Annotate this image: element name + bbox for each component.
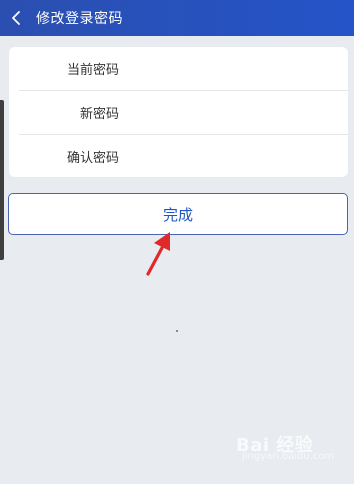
red-arrow-annotation bbox=[146, 232, 170, 276]
current-password-row[interactable]: 当前密码 bbox=[19, 47, 348, 90]
tiny-dot bbox=[176, 330, 178, 332]
new-password-input[interactable] bbox=[133, 96, 338, 129]
back-button[interactable] bbox=[0, 0, 34, 36]
confirm-password-label: 确认密码 bbox=[66, 151, 119, 166]
baidu-jingyan-watermark: Bai 经验 jingyan.baidu.com bbox=[230, 425, 340, 473]
current-password-label: 当前密码 bbox=[66, 63, 119, 78]
new-password-row[interactable]: 新密码 bbox=[19, 91, 348, 134]
confirm-password-row[interactable]: 确认密码 bbox=[19, 135, 348, 177]
confirm-password-input[interactable] bbox=[133, 140, 338, 173]
new-password-label: 新密码 bbox=[79, 107, 119, 122]
divider bbox=[19, 134, 348, 135]
watermark-subtext: jingyan.baidu.com bbox=[242, 451, 335, 462]
page-title: 修改登录密码 bbox=[36, 11, 123, 27]
current-password-input[interactable] bbox=[133, 52, 338, 85]
chevron-left-icon bbox=[12, 11, 20, 25]
divider bbox=[19, 90, 348, 91]
password-form-card: 当前密码 新密码 确认密码 bbox=[9, 47, 348, 177]
left-edge-handle bbox=[0, 100, 4, 260]
top-app-bar: 修改登录密码 bbox=[0, 0, 354, 36]
